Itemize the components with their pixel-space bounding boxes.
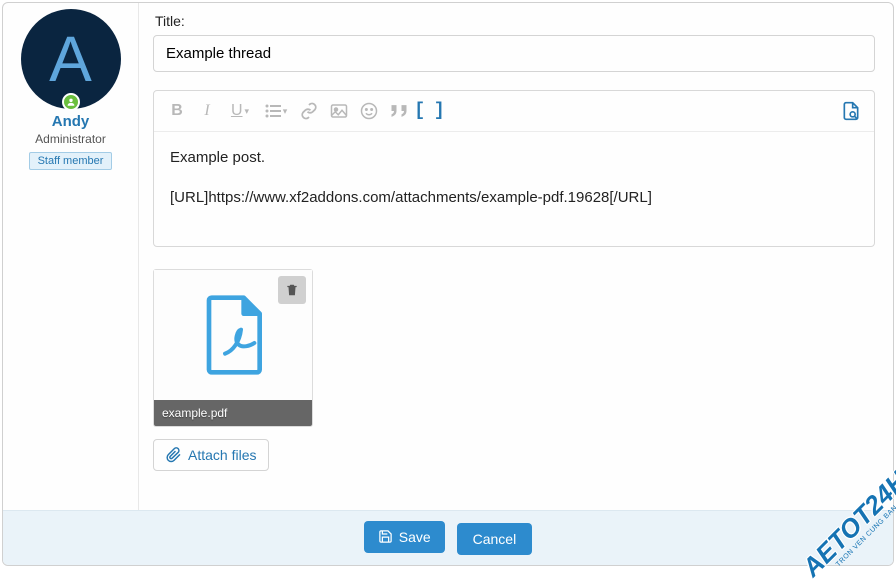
- editor-toolbar: B I U▾ ▾: [154, 91, 874, 132]
- attach-files-button[interactable]: Attach files: [153, 439, 269, 471]
- editor-line: Example post.: [170, 146, 858, 170]
- delete-attachment-button[interactable]: [278, 276, 306, 304]
- bold-button[interactable]: B: [162, 97, 192, 125]
- paperclip-icon: [166, 447, 182, 463]
- cancel-button[interactable]: Cancel: [457, 523, 533, 555]
- attachment-filename: example.pdf: [154, 400, 312, 426]
- save-button[interactable]: Save: [364, 521, 445, 553]
- action-bar: Save Cancel: [3, 510, 893, 566]
- user-role: Administrator: [3, 132, 138, 146]
- post-editor-area: Title: B I U▾ ▾: [139, 3, 893, 510]
- save-label: Save: [399, 529, 431, 545]
- editor-content[interactable]: Example post. [URL]https://www.xf2addons…: [154, 132, 874, 246]
- rich-text-editor: B I U▾ ▾: [153, 90, 875, 247]
- staff-badge: Staff member: [29, 152, 113, 170]
- editor-line: [URL]https://www.xf2addons.com/attachmen…: [170, 186, 858, 210]
- link-button[interactable]: [294, 97, 324, 125]
- bbcode-button[interactable]: [ ]: [414, 97, 444, 125]
- online-status-icon: [62, 93, 80, 111]
- emoji-button[interactable]: [354, 97, 384, 125]
- attachments-area: example.pdf Attach files: [153, 269, 875, 471]
- title-input[interactable]: [153, 35, 875, 72]
- italic-button[interactable]: I: [192, 97, 222, 125]
- username-link[interactable]: Andy: [3, 113, 138, 130]
- user-sidebar: A Andy Administrator Staff member: [3, 3, 139, 510]
- attachment-item: example.pdf: [153, 269, 313, 427]
- underline-button[interactable]: U▾: [222, 97, 258, 125]
- save-icon: [378, 529, 393, 544]
- quote-button[interactable]: [384, 97, 414, 125]
- preview-button[interactable]: [836, 97, 866, 125]
- list-button[interactable]: ▾: [258, 97, 294, 125]
- image-button[interactable]: [324, 97, 354, 125]
- title-label: Title:: [155, 13, 875, 29]
- attach-files-label: Attach files: [188, 447, 256, 463]
- avatar-container: A: [21, 9, 121, 109]
